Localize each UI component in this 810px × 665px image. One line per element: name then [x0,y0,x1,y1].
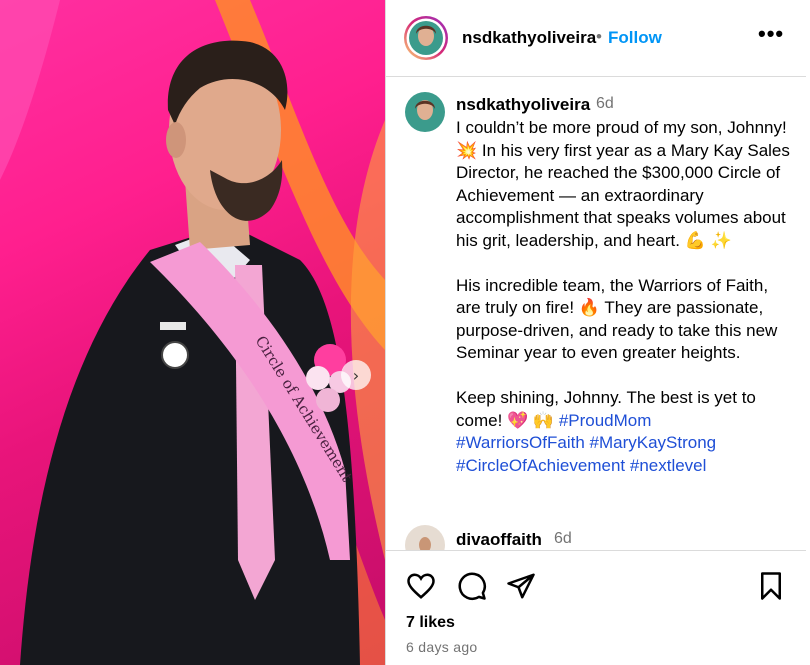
comment-item: divaoffaith 6d [386,520,806,550]
bookmark-icon[interactable] [756,571,786,601]
post-timestamp[interactable]: 6 days ago [406,639,478,655]
author-avatar[interactable] [403,15,449,61]
comment-icon[interactable] [457,571,487,601]
post-photo: Circle of Achievement [0,0,385,665]
post-header: nsdkathyoliveira • Follow ••• [386,0,806,77]
caption-avatar[interactable] [405,92,445,132]
share-icon[interactable] [506,571,536,601]
post-caption: nsdkathyoliveira 6d I couldn’t be more p… [386,77,806,547]
separator-dot: • [596,27,602,46]
post-details-panel: nsdkathyoliveira • Follow ••• nsdkathyol… [385,0,810,665]
commenter-avatar[interactable] [405,525,445,550]
hashtag-link[interactable]: #ProudMom [559,411,652,430]
heart-icon[interactable] [406,571,436,601]
like-count[interactable]: 7 likes [406,614,455,632]
comment-time[interactable]: 6d [554,530,572,548]
caption-text: I couldn’t be more proud of my son, John… [456,117,796,477]
carousel-next-icon[interactable]: › [341,360,371,390]
follow-button[interactable]: Follow [608,28,662,48]
hashtag-link[interactable]: #MaryKayStrong [590,433,717,452]
hashtag-link[interactable]: #nextlevel [630,456,707,475]
post-media[interactable]: Circle of Achievement › [0,0,385,665]
post-actions: 7 likes 6 days ago [386,550,806,665]
commenter-username[interactable]: divaoffaith [456,530,542,550]
hashtag-link[interactable]: #WarriorsOfFaith [456,433,585,452]
hashtag-link[interactable]: #CircleOfAchievement [456,456,625,475]
caption-author[interactable]: nsdkathyoliveira [456,95,590,115]
author-username[interactable]: nsdkathyoliveira [462,28,596,48]
caption-time[interactable]: 6d [596,95,614,113]
caption-paragraph-1: I couldn’t be more proud of my son, John… [456,118,790,250]
caption-paragraph-2: His incredible team, the Warriors of Fai… [456,275,778,363]
more-icon[interactable]: ••• [758,21,784,47]
